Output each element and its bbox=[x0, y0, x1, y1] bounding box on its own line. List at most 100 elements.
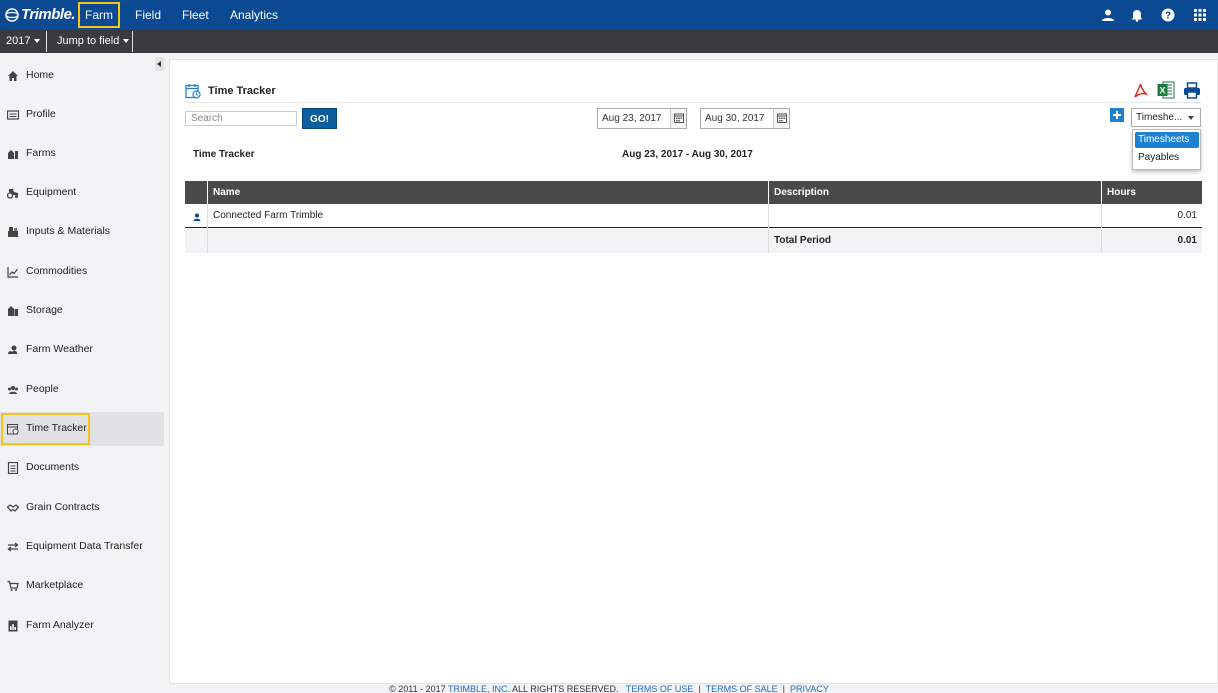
sidebar-item-label: Equipment Data Transfer bbox=[26, 540, 143, 552]
nav-field[interactable]: Field bbox=[135, 0, 161, 30]
document-icon bbox=[7, 462, 19, 474]
home-icon bbox=[8, 71, 18, 81]
calendar-clock-icon bbox=[7, 424, 19, 435]
excel-icon[interactable]: X bbox=[1157, 81, 1175, 99]
nav-fleet[interactable]: Fleet bbox=[182, 0, 209, 30]
person-icon bbox=[193, 213, 201, 221]
sidebar-item-label: Home bbox=[26, 69, 55, 81]
option-timesheets[interactable]: Timesheets bbox=[1135, 132, 1199, 148]
sidebar-item-label: Equipment bbox=[26, 186, 77, 198]
report-date-range: Aug 23, 2017 - Aug 30, 2017 bbox=[622, 149, 753, 160]
option-payables[interactable]: Payables bbox=[1135, 150, 1199, 166]
sidebar-item-label: Storage bbox=[26, 304, 63, 316]
sidebar-item-profile[interactable]: Profile bbox=[0, 98, 164, 132]
sidebar-item-commodities[interactable]: Commodities bbox=[0, 255, 164, 289]
sidebar-item-farms[interactable]: Farms bbox=[0, 137, 164, 171]
nav-analytics[interactable]: Analytics bbox=[230, 0, 278, 30]
copyright-text: © 2011 - 2017 bbox=[389, 684, 446, 693]
column-header-hours[interactable]: Hours bbox=[1101, 181, 1202, 204]
end-date-value: Aug 30, 2017 bbox=[705, 113, 765, 124]
calendar-icon[interactable] bbox=[773, 109, 789, 128]
chevron-down-icon bbox=[123, 39, 130, 44]
sub-navbar: 2017 Jump to field bbox=[0, 30, 1218, 53]
sidebar-item-label: Documents bbox=[26, 461, 80, 473]
tractor-icon bbox=[7, 189, 18, 199]
top-navbar: Trimble. Farm Field Fleet Analytics ? bbox=[0, 0, 1218, 30]
table-header: Name Description Hours bbox=[185, 181, 1202, 204]
row-person-cell bbox=[185, 204, 208, 228]
row-hours-cell: 0.01 bbox=[1101, 204, 1202, 228]
sidebar-item-storage[interactable]: Storage bbox=[0, 294, 164, 328]
start-date-value: Aug 23, 2017 bbox=[602, 113, 662, 124]
svg-text:?: ? bbox=[1165, 11, 1171, 22]
header-divider bbox=[184, 102, 1202, 103]
footer: © 2011 - 2017 TRIMBLE, INC. ALL RIGHTS R… bbox=[0, 684, 1218, 693]
sidebar-item-equipment-data-transfer[interactable]: Equipment Data Transfer bbox=[0, 530, 164, 564]
pdf-icon[interactable] bbox=[1133, 82, 1148, 99]
sidebar-item-people[interactable]: People bbox=[0, 373, 164, 407]
sidebar-item-farm-weather[interactable]: Farm Weather bbox=[0, 333, 164, 367]
sidebar-item-label: Commodities bbox=[26, 265, 88, 277]
column-header-name[interactable]: Name bbox=[207, 181, 768, 204]
sidebar-item-farm-analyzer[interactable]: Farm Analyzer bbox=[0, 609, 164, 643]
start-date-picker[interactable]: Aug 23, 2017 bbox=[597, 108, 687, 129]
cart-icon bbox=[7, 580, 19, 591]
sidebar-item-documents[interactable]: Documents bbox=[0, 451, 164, 485]
trimble-logo[interactable]: Trimble. bbox=[5, 6, 76, 23]
brand-name: Trimble. bbox=[21, 6, 76, 23]
profile-icon bbox=[7, 110, 19, 120]
view-select[interactable]: Timeshe... bbox=[1131, 108, 1201, 127]
people-icon bbox=[8, 386, 18, 394]
sidebar-item-equipment[interactable]: Equipment bbox=[0, 176, 164, 210]
sidebar-item-label: Time Tracker bbox=[26, 422, 87, 434]
sidebar-item-label: People bbox=[26, 383, 59, 395]
total-empty-cell bbox=[185, 229, 208, 253]
weather-icon bbox=[8, 345, 17, 354]
trimble-globe-icon bbox=[5, 7, 19, 22]
sidebar-item-home[interactable]: Home bbox=[0, 59, 164, 93]
terms-of-use-link[interactable]: TERMS OF USE bbox=[626, 684, 694, 693]
table-total-row: Total Period 0.01 bbox=[185, 229, 1202, 253]
table-row[interactable]: Connected Farm Trimble 0.01 bbox=[185, 204, 1202, 228]
separator: | bbox=[698, 684, 701, 693]
sidebar-item-label: Profile bbox=[26, 108, 56, 120]
divider bbox=[46, 31, 47, 52]
go-button[interactable]: GO! bbox=[302, 108, 337, 129]
sidebar-item-grain-contracts[interactable]: Grain Contracts bbox=[0, 491, 164, 525]
print-icon[interactable] bbox=[1183, 82, 1201, 99]
calendar-icon[interactable] bbox=[670, 109, 686, 128]
privacy-link[interactable]: PRIVACY bbox=[790, 684, 829, 693]
help-icon[interactable]: ? bbox=[1161, 8, 1175, 22]
terms-of-sale-link[interactable]: TERMS OF SALE bbox=[706, 684, 778, 693]
company-link[interactable]: TRIMBLE, INC. bbox=[448, 684, 510, 693]
handshake-icon bbox=[7, 504, 19, 512]
user-icon[interactable] bbox=[1101, 8, 1115, 22]
add-entry-button[interactable] bbox=[1110, 108, 1124, 122]
year-dropdown[interactable]: 2017 bbox=[6, 30, 41, 53]
sidebar-item-inputs-materials[interactable]: Inputs & Materials bbox=[0, 215, 164, 249]
rights-text: ALL RIGHTS RESERVED. bbox=[512, 684, 619, 693]
column-header-icon bbox=[185, 181, 208, 204]
inputs-icon bbox=[8, 227, 18, 237]
jump-to-field-dropdown[interactable]: Jump to field bbox=[57, 30, 130, 53]
bell-icon[interactable] bbox=[1130, 8, 1144, 22]
main-panel: Time Tracker X Search GO! Aug 23, 2017 A… bbox=[169, 59, 1218, 684]
end-date-picker[interactable]: Aug 30, 2017 bbox=[700, 108, 790, 129]
transfer-icon bbox=[7, 542, 19, 552]
sidebar-item-label: Farm Weather bbox=[26, 343, 93, 355]
silo-icon bbox=[8, 306, 18, 316]
sidebar-item-time-tracker[interactable]: Time Tracker bbox=[0, 412, 164, 446]
year-label: 2017 bbox=[6, 35, 31, 47]
apps-grid-icon[interactable] bbox=[1193, 8, 1207, 22]
page-title: Time Tracker bbox=[208, 85, 276, 97]
report-title: Time Tracker bbox=[193, 149, 255, 160]
sidebar-item-label: Farm Analyzer bbox=[26, 619, 94, 631]
column-header-description[interactable]: Description bbox=[768, 181, 1101, 204]
sidebar-item-marketplace[interactable]: Marketplace bbox=[0, 569, 164, 603]
jump-label: Jump to field bbox=[57, 35, 120, 47]
analyzer-icon bbox=[8, 620, 18, 632]
nav-farm[interactable]: Farm bbox=[78, 2, 120, 28]
total-hours: 0.01 bbox=[1101, 229, 1202, 253]
sidebar-item-label: Inputs & Materials bbox=[26, 225, 111, 237]
search-input[interactable]: Search bbox=[185, 111, 297, 126]
